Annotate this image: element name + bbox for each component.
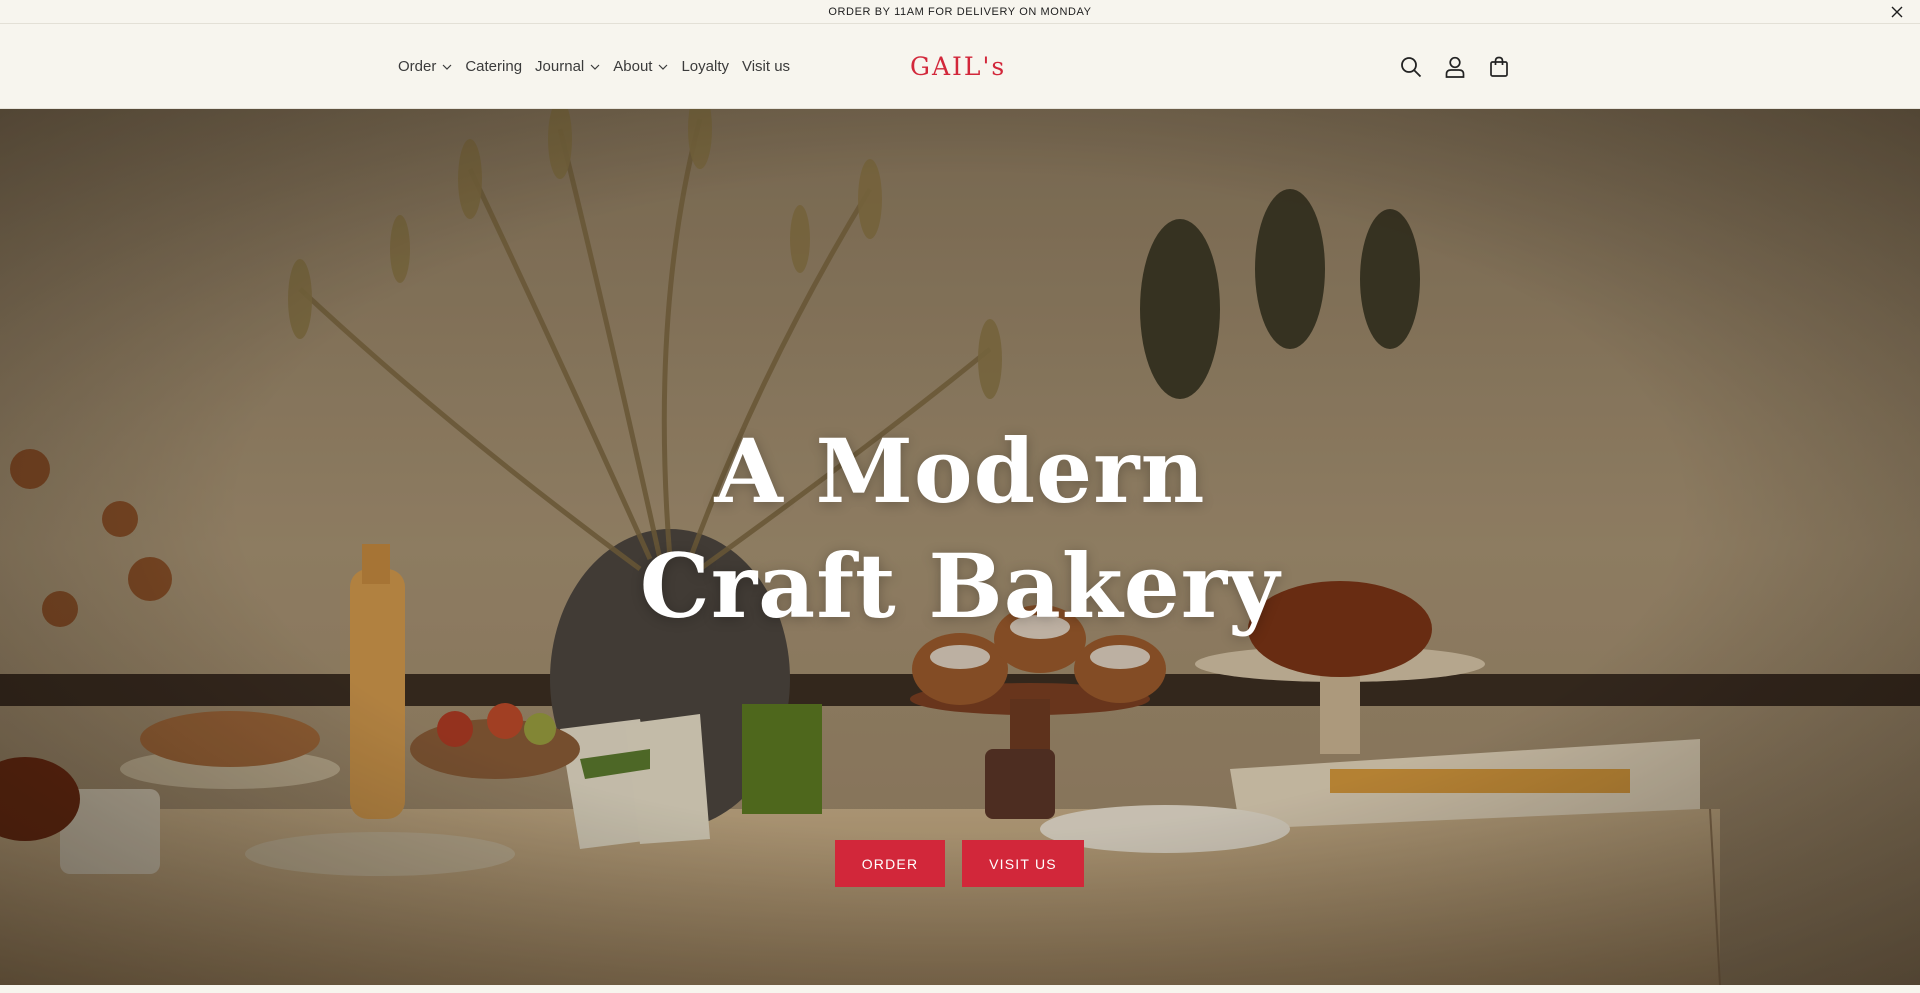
account-icon[interactable] xyxy=(1442,54,1468,80)
nav-item-order[interactable]: Order xyxy=(398,58,452,75)
nav-item-label: Loyalty xyxy=(681,58,729,75)
announcement-bar: ORDER BY 11AM FOR DELIVERY ON MONDAY xyxy=(0,0,1920,24)
close-icon[interactable] xyxy=(1888,3,1906,21)
site-header: Order Catering Journal About Loyalty Vis… xyxy=(0,24,1920,109)
hero-title-line-2: Craft Bakery xyxy=(639,534,1281,638)
hero-banner: A Modern Craft Bakery ORDER VISIT US xyxy=(0,109,1920,985)
nav-item-label: Catering xyxy=(465,58,523,75)
nav-item-about[interactable]: About xyxy=(613,58,668,75)
nav-item-label: Visit us xyxy=(741,58,791,75)
cart-icon[interactable] xyxy=(1486,54,1512,80)
header-actions xyxy=(1398,54,1530,80)
nav-item-catering[interactable]: Catering xyxy=(465,58,522,75)
announcement-text: ORDER BY 11AM FOR DELIVERY ON MONDAY xyxy=(828,5,1092,18)
nav-item-visit-us[interactable]: Visit us xyxy=(742,58,790,75)
order-button[interactable]: ORDER xyxy=(835,840,945,887)
hero-cta-group: ORDER VISIT US xyxy=(835,840,1084,887)
chevron-down-icon xyxy=(590,64,600,70)
nav-item-journal[interactable]: Journal xyxy=(535,58,600,75)
hero-title-line-1: A Modern xyxy=(714,419,1206,523)
nav-item-label: Order xyxy=(398,58,437,75)
search-icon[interactable] xyxy=(1398,54,1424,80)
nav-item-label: About xyxy=(613,58,653,75)
main-nav: Order Catering Journal About Loyalty Vis… xyxy=(398,24,803,109)
chevron-down-icon xyxy=(658,64,668,70)
chevron-down-icon xyxy=(442,64,452,70)
page-bottom-strip xyxy=(0,985,1920,993)
hero-title: A Modern Craft Bakery xyxy=(0,414,1920,644)
nav-item-label: Journal xyxy=(535,58,585,75)
logo-text: GAIL's xyxy=(910,51,1007,81)
nav-item-loyalty[interactable]: Loyalty xyxy=(681,58,729,75)
brand-logo[interactable]: GAIL's xyxy=(910,50,1006,82)
visit-us-button[interactable]: VISIT US xyxy=(962,840,1084,887)
